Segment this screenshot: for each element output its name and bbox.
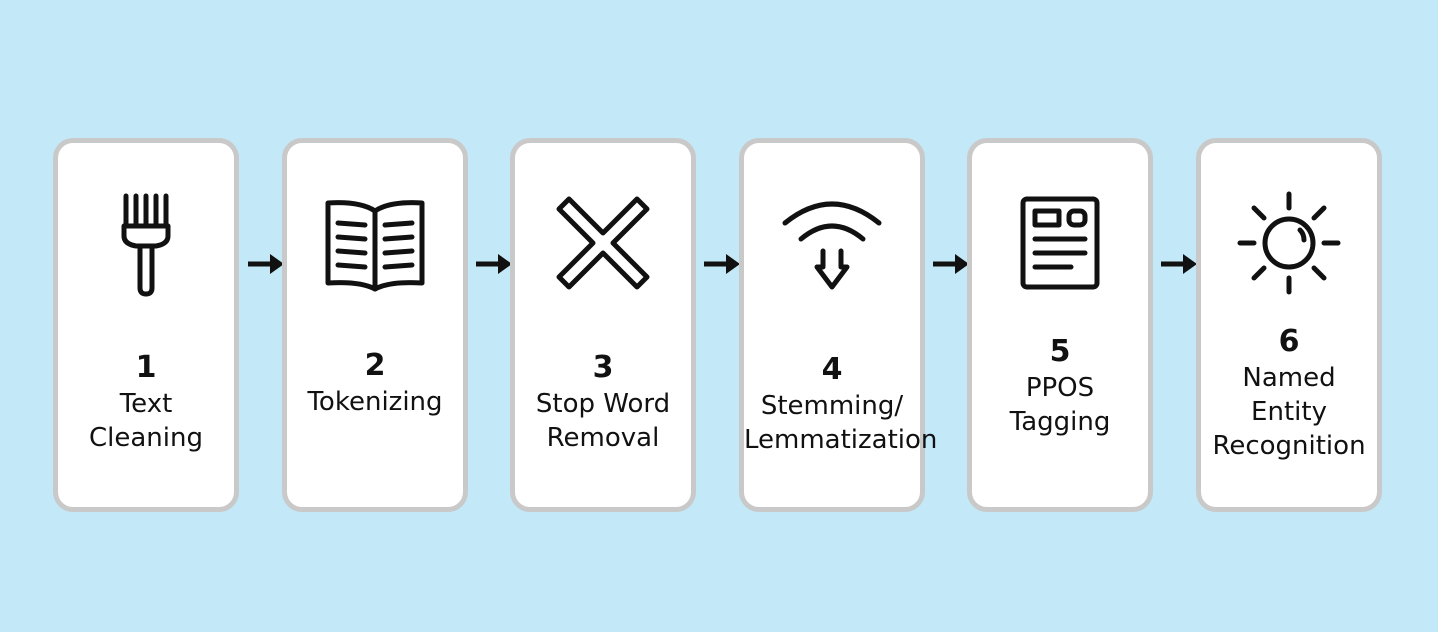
step-label-5: 5 PPOS Tagging (972, 333, 1148, 439)
step-card-1: 1 Text Cleaning (53, 138, 239, 512)
step-text-line: Text (119, 389, 173, 419)
step-label-1: 1 Text Cleaning (58, 349, 234, 455)
step-number: 2 (364, 348, 386, 383)
step-number: 1 (135, 350, 157, 385)
brush-icon (58, 188, 234, 298)
step-card-5: 5 PPOS Tagging (967, 138, 1153, 512)
step-number: 6 (1278, 324, 1300, 359)
step-text-line: Tagging (1009, 407, 1111, 437)
step-label-4: 4 Stemming/ Lemmatization (744, 351, 938, 457)
document-icon (972, 188, 1148, 298)
step-text-line: Tokenizing (307, 387, 443, 417)
cross-icon (515, 188, 691, 298)
step-number: 4 (821, 352, 843, 387)
step-text-line: Cleaning (89, 423, 203, 453)
step-text-line: PPOS (1025, 373, 1095, 403)
step-card-4: 4 Stemming/ Lemmatization (739, 138, 938, 512)
step-label-3: 3 Stop Word Removal (515, 349, 691, 455)
arrow-right-icon (933, 254, 969, 274)
step-card-6: 6 Named Entity Recognition (1196, 138, 1382, 512)
arrow-right-icon (1161, 254, 1197, 274)
step-text-line: Named (1242, 363, 1336, 393)
step-text-line: Stemming/ (760, 391, 904, 421)
signal-arrow-icon (744, 188, 920, 298)
sun-icon (1201, 188, 1377, 298)
step-text-line: Stop Word (535, 389, 671, 419)
step-text-line: Lemmatization (744, 425, 938, 455)
book-icon (287, 188, 463, 298)
step-label-2: 2 Tokenizing (287, 347, 463, 419)
arrow-right-icon (248, 254, 284, 274)
step-card-3: 3 Stop Word Removal (510, 138, 696, 512)
step-number: 5 (1049, 334, 1071, 369)
arrow-right-icon (476, 254, 512, 274)
step-label-6: 6 Named Entity Recognition (1201, 323, 1377, 463)
step-text-line: Recognition (1212, 431, 1366, 461)
step-text-line: Entity (1251, 397, 1327, 427)
step-number: 3 (592, 350, 614, 385)
arrow-right-icon (704, 254, 740, 274)
step-text-line: Removal (546, 423, 660, 453)
step-card-2: 2 Tokenizing (282, 138, 468, 512)
